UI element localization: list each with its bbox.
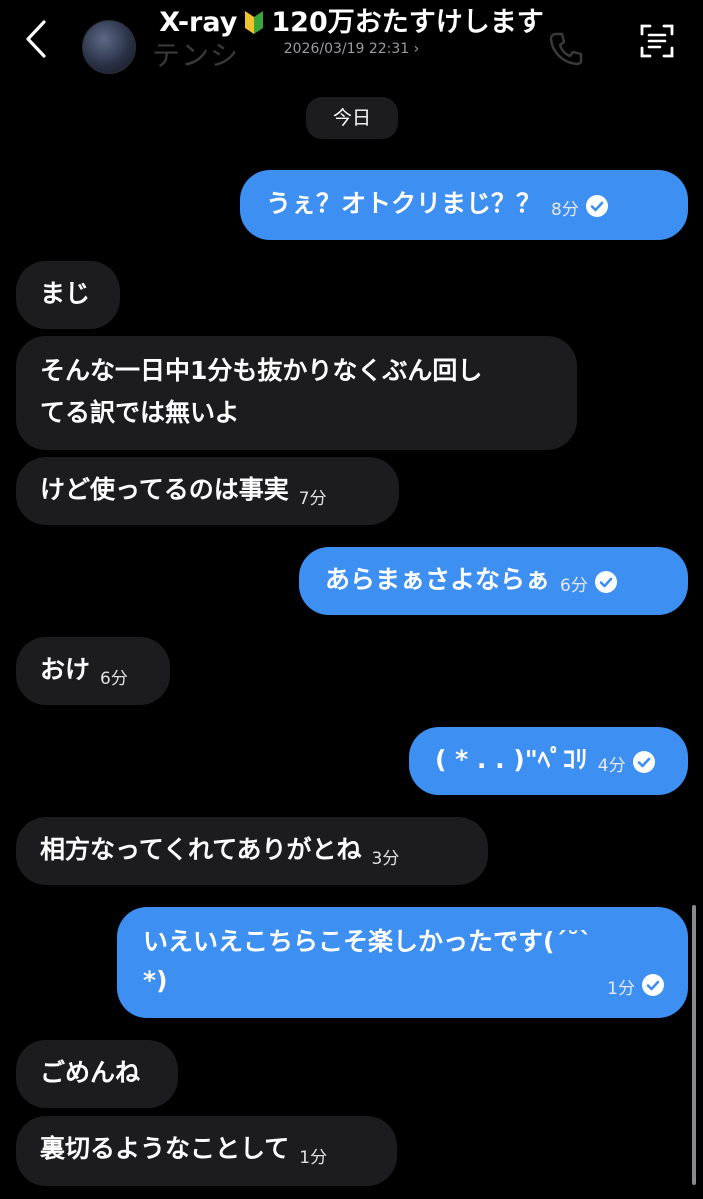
- message-text: うぇ？オトクリまじ？？: [266, 189, 542, 218]
- message-text: 裏切るようなことして: [40, 1134, 290, 1163]
- date-divider: 今日: [306, 97, 398, 139]
- message-bubble-incoming[interactable]: まじ: [16, 261, 120, 329]
- message-bubble-incoming[interactable]: おけ 6分: [16, 637, 170, 705]
- read-check-icon: [632, 751, 655, 773]
- chat-header: テンシ X-ray 120万おたすけします 2026/03/19 22:31 ›: [0, 0, 703, 80]
- message-bubble-outgoing[interactable]: うぇ？オトクリまじ？？ 8分: [240, 170, 688, 240]
- message-time: 1分: [607, 979, 635, 999]
- message-text: けど使ってるのは事実: [40, 475, 289, 504]
- message-bubble-incoming[interactable]: けど使ってるのは事実 7分: [16, 457, 399, 525]
- message-text-line-2: *): [143, 966, 168, 995]
- scan-icon[interactable]: [638, 22, 676, 60]
- message-text: ( * . . )"ﾍﾟｺﾘ: [435, 745, 588, 774]
- message-text: 相方なってくれてありがとね: [40, 835, 362, 864]
- phone-icon[interactable]: [548, 30, 584, 66]
- title-suffix: 120万おたすけします: [271, 7, 544, 38]
- message-text: ごめんね: [40, 1058, 141, 1087]
- message-bubble-outgoing[interactable]: ( * . . )"ﾍﾟｺﾘ 4分: [409, 727, 688, 795]
- message-time: 7分: [298, 489, 327, 509]
- chat-subtitle[interactable]: 2026/03/19 22:31 ›: [0, 40, 703, 58]
- message-bubble-outgoing[interactable]: あらまぁさよならぁ 6分: [299, 547, 688, 615]
- read-check-icon: [585, 195, 608, 217]
- message-time: 6分: [100, 669, 128, 689]
- message-text-line: てる訳では無いよ: [40, 398, 240, 427]
- message-bubble-incoming[interactable]: ごめんね: [16, 1040, 178, 1108]
- read-check-icon: [594, 571, 617, 593]
- message-text-line: そんな一日中1分も抜かりなくぶん回し: [40, 356, 483, 385]
- chat-title: X-ray 120万おたすけします: [0, 6, 703, 40]
- beginner-mark-icon: [243, 9, 265, 35]
- message-time: 4分: [597, 756, 626, 776]
- message-time: 3分: [371, 849, 400, 869]
- chat-title-block[interactable]: X-ray 120万おたすけします 2026/03/19 22:31 ›: [0, 6, 703, 58]
- message-text: あらまぁさよならぁ: [325, 565, 551, 594]
- message-text: おけ: [40, 655, 91, 684]
- title-prefix: X-ray: [159, 7, 238, 38]
- message-text: まじ: [40, 279, 91, 308]
- read-check-icon: [642, 974, 664, 996]
- message-time: 8分: [551, 200, 579, 220]
- message-bubble-incoming[interactable]: 相方なってくれてありがとね 3分: [16, 817, 488, 885]
- message-text-line: いえいえこちらこそ楽しかったです(´˘`: [143, 927, 592, 956]
- message-bubble-incoming[interactable]: そんな一日中1分も抜かりなくぶん回し てる訳では無いよ: [16, 336, 577, 450]
- message-text-line: *) 1分: [143, 963, 664, 999]
- message-bubble-incoming[interactable]: 裏切るようなことして 1分: [16, 1116, 397, 1186]
- scrollbar[interactable]: [692, 905, 696, 1185]
- message-time: 6分: [560, 576, 588, 596]
- message-bubble-outgoing[interactable]: いえいえこちらこそ楽しかったです(´˘` *) 1分: [117, 907, 688, 1018]
- message-time: 1分: [299, 1148, 328, 1168]
